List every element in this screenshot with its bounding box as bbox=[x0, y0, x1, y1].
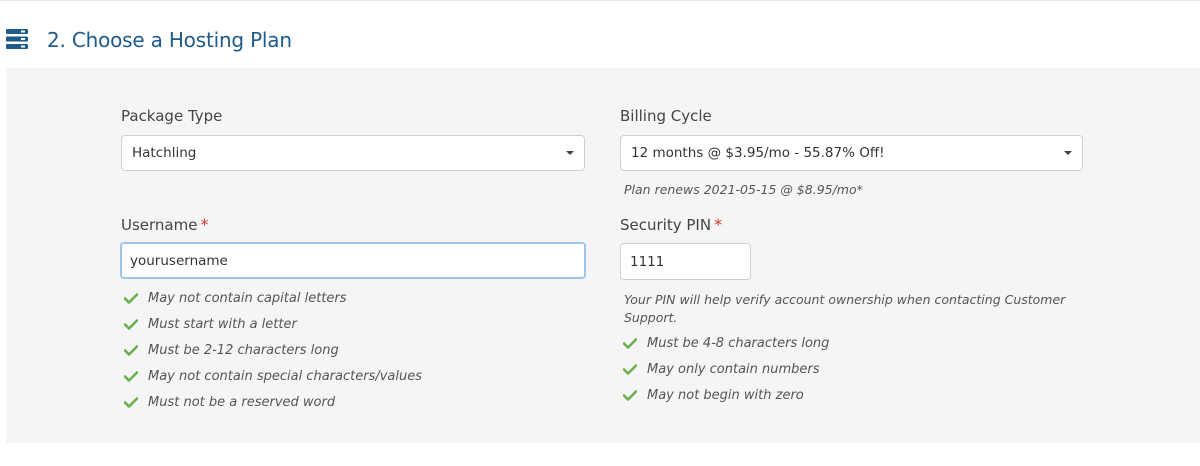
rule-text: Must be 4-8 characters long bbox=[647, 335, 830, 351]
username-rules: May not contain capital letters Must sta… bbox=[124, 285, 422, 415]
check-icon bbox=[623, 337, 637, 349]
billing-cycle-select[interactable]: 12 months @ $3.95/mo - 55.87% Off! bbox=[620, 135, 1083, 171]
package-type-label: Package Type bbox=[121, 107, 223, 125]
billing-cycle-label: Billing Cycle bbox=[620, 107, 712, 125]
rule-text: Must not be a reserved word bbox=[148, 394, 336, 410]
list-item: Must start with a letter bbox=[124, 311, 422, 337]
rule-text: May not contain capital letters bbox=[148, 290, 347, 306]
rule-text: May not begin with zero bbox=[647, 387, 804, 403]
security-pin-input[interactable] bbox=[620, 243, 751, 280]
section-header: 2. Choose a Hosting Plan bbox=[0, 0, 1200, 66]
rule-text: Must be 2-12 characters long bbox=[148, 342, 339, 358]
check-icon bbox=[124, 344, 138, 356]
security-pin-rules: Must be 4-8 characters long May only con… bbox=[623, 330, 829, 408]
security-pin-note: Your PIN will help verify account owners… bbox=[624, 292, 1066, 325]
rule-text: Must start with a letter bbox=[148, 316, 297, 332]
rule-text: May not contain special characters/value… bbox=[148, 368, 422, 384]
required-marker: * bbox=[714, 215, 723, 234]
section-title: 2. Choose a Hosting Plan bbox=[47, 28, 292, 52]
username-label: Username * bbox=[121, 215, 208, 234]
list-item: May not begin with zero bbox=[623, 382, 829, 408]
required-marker: * bbox=[200, 215, 209, 234]
list-item: May not contain capital letters bbox=[124, 285, 422, 311]
check-icon bbox=[124, 370, 138, 382]
chevron-down-icon bbox=[1064, 151, 1072, 155]
security-pin-label-text: Security PIN bbox=[620, 216, 712, 234]
check-icon bbox=[623, 389, 637, 401]
check-icon bbox=[623, 363, 637, 375]
list-item: Must be 2-12 characters long bbox=[124, 337, 422, 363]
check-icon bbox=[124, 318, 138, 330]
security-pin-label: Security PIN * bbox=[620, 215, 722, 234]
chevron-down-icon bbox=[566, 151, 574, 155]
plan-renewal-note: Plan renews 2021-05-15 @ $8.95/mo* bbox=[624, 182, 863, 197]
username-label-text: Username bbox=[121, 216, 198, 234]
list-item: Must not be a reserved word bbox=[124, 389, 422, 415]
top-divider bbox=[0, 0, 1200, 1]
rule-text: May only contain numbers bbox=[647, 361, 820, 377]
server-stack-icon bbox=[6, 29, 28, 49]
package-type-value: Hatchling bbox=[132, 145, 197, 161]
package-type-select[interactable]: Hatchling bbox=[121, 135, 585, 171]
list-item: May only contain numbers bbox=[623, 356, 829, 382]
check-icon bbox=[124, 396, 138, 408]
list-item: Must be 4-8 characters long bbox=[623, 330, 829, 356]
billing-cycle-value: 12 months @ $3.95/mo - 55.87% Off! bbox=[631, 145, 885, 161]
username-input[interactable] bbox=[120, 242, 586, 279]
list-item: May not contain special characters/value… bbox=[124, 363, 422, 389]
check-icon bbox=[124, 292, 138, 304]
